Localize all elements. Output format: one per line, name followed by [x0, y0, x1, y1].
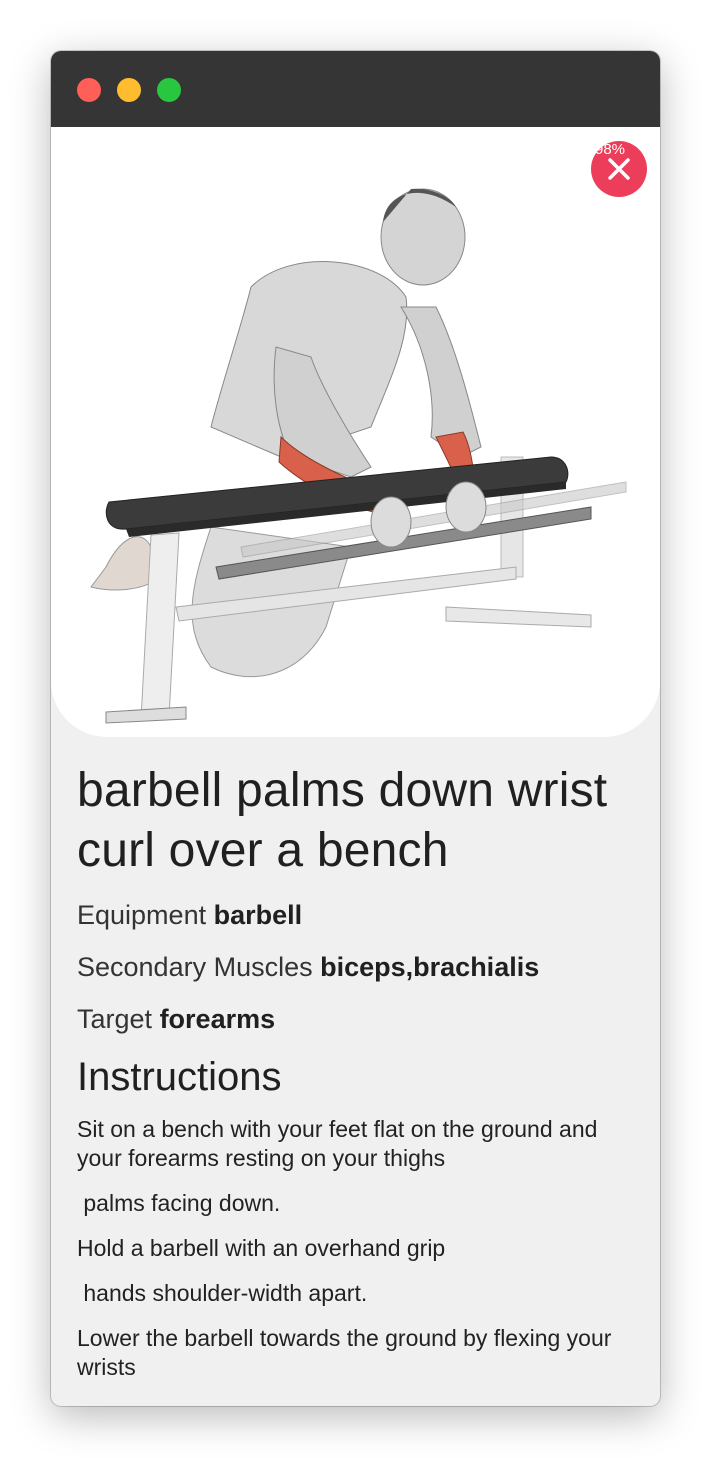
target-label: Target	[77, 1004, 153, 1034]
exercise-illustration	[51, 127, 660, 737]
close-icon	[608, 158, 630, 180]
equipment-value: barbell	[213, 900, 303, 930]
target-value: forearms	[159, 1004, 276, 1034]
title-bar	[51, 51, 660, 127]
exercise-details: barbell palms down wrist curl over a ben…	[77, 761, 637, 1382]
secondary-muscles-row: Secondary Muscles biceps,brachialis	[77, 951, 637, 983]
instruction-step: Hold a barbell with an overhand grip	[77, 1235, 446, 1261]
window-zoom-button[interactable]	[157, 78, 181, 102]
equipment-row: Equipment barbell	[77, 899, 637, 931]
window-minimize-button[interactable]	[117, 78, 141, 102]
equipment-label: Equipment	[77, 900, 207, 930]
instruction-step: Sit on a bench with your feet flat on th…	[77, 1116, 598, 1171]
instruction-step: palms facing down.	[77, 1190, 281, 1216]
secondary-muscles-label: Secondary Muscles	[77, 952, 313, 982]
close-button[interactable]: 98%	[591, 141, 647, 197]
exercise-figure-image	[90, 188, 627, 724]
window-close-button[interactable]	[77, 78, 101, 102]
exercise-title: barbell palms down wrist curl over a ben…	[77, 764, 608, 877]
instruction-step: Lower the barbell towards the ground by …	[77, 1325, 612, 1380]
target-row: Target forearms	[77, 1003, 637, 1035]
instruction-step: hands shoulder-width apart.	[77, 1280, 368, 1306]
secondary-muscles-value: biceps,brachialis	[320, 952, 540, 982]
app-window: 98% barbell palms down wrist curl over a…	[51, 51, 660, 1406]
instructions-heading: Instructions	[77, 1055, 282, 1099]
